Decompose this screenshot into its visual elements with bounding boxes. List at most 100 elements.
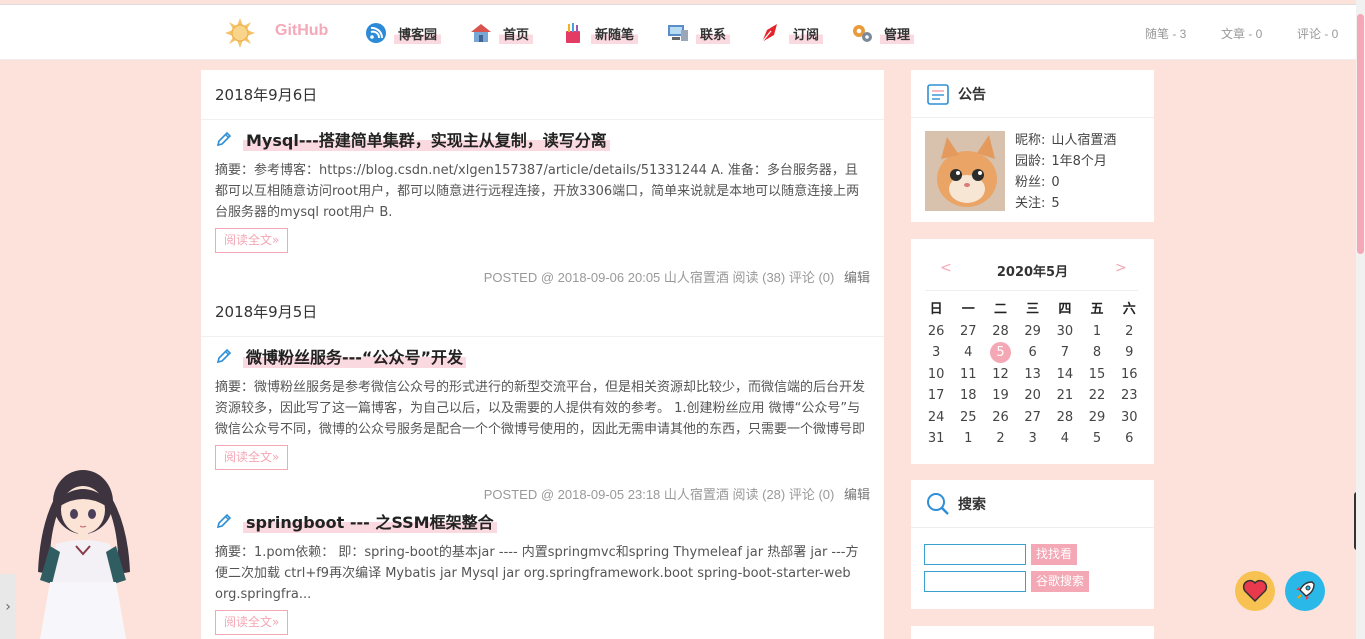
calendar-day[interactable]: 13: [1017, 364, 1049, 386]
edit-link[interactable]: 编辑: [844, 487, 870, 502]
calendar-day[interactable]: 28: [1049, 407, 1081, 429]
scrollbar[interactable]: [1356, 0, 1365, 639]
calendar-day[interactable]: 17: [920, 385, 952, 407]
read-more-button[interactable]: 阅读全文»: [215, 445, 289, 470]
calendar-day[interactable]: 3: [920, 342, 952, 364]
calendar-day-label: 25: [960, 409, 977, 425]
search-input[interactable]: [924, 544, 1026, 565]
post-list: 2018年9月6日 Mysql---搭建简单集群，实现主从复制，读写分离 摘要：…: [201, 70, 884, 639]
calendar-day-label: 29: [1088, 409, 1106, 425]
calendar-day[interactable]: 28: [984, 321, 1016, 343]
calendar-day[interactable]: 24: [920, 407, 952, 429]
calendar-day-label: 30: [1056, 323, 1074, 339]
calendar-day[interactable]: 16: [1113, 364, 1145, 386]
scrollbar-thumb[interactable]: [1357, 14, 1364, 254]
gears-icon: [853, 25, 872, 42]
post-title: Mysql---搭建简单集群，实现主从复制，读写分离: [243, 127, 610, 151]
google-search-button[interactable]: 谷歌搜索: [1031, 571, 1090, 592]
calendar-day[interactable]: 25: [952, 407, 984, 429]
anime-mascot[interactable]: [20, 462, 145, 639]
sun-logo-icon[interactable]: [224, 17, 256, 49]
calendar-day[interactable]: 29: [1017, 321, 1049, 343]
calendar-day[interactable]: 30: [1049, 321, 1081, 343]
calendar-day[interactable]: 1: [1081, 321, 1113, 343]
calendar-day[interactable]: 6: [1113, 428, 1145, 450]
pen-nib-icon: [761, 24, 777, 43]
calendar-day[interactable]: 5: [984, 342, 1016, 364]
calendar-day[interactable]: 6: [1017, 342, 1049, 364]
nav-item-manage[interactable]: 管理: [850, 19, 915, 47]
fans-value[interactable]: 0: [1051, 175, 1059, 190]
nav-item-new-post[interactable]: 新随笔: [561, 19, 639, 47]
back-to-top-button[interactable]: [1285, 571, 1325, 611]
like-button[interactable]: [1235, 571, 1275, 611]
calendar-day[interactable]: 3: [1017, 428, 1049, 450]
calendar-day[interactable]: 20: [1017, 385, 1049, 407]
calendar-day[interactable]: 26: [984, 407, 1016, 429]
calendar-day[interactable]: 7: [1049, 342, 1081, 364]
calendar-day-label: 28: [992, 323, 1009, 339]
read-more-button[interactable]: 阅读全文»: [215, 228, 289, 253]
calendar-prev-button[interactable]: <: [940, 260, 952, 276]
calendar-day[interactable]: 22: [1081, 385, 1113, 407]
calendar-day[interactable]: 31: [920, 428, 952, 450]
calendar-day[interactable]: 19: [984, 385, 1016, 407]
calendar-day[interactable]: 4: [952, 342, 984, 364]
calendar-day[interactable]: 11: [952, 364, 984, 386]
calendar-day-label: 12: [992, 366, 1009, 382]
calendar-day[interactable]: 26: [920, 321, 952, 343]
nav-item-contact[interactable]: 联系: [666, 19, 731, 47]
age-value[interactable]: 1年8个月: [1051, 154, 1107, 169]
calendar-day[interactable]: 2: [1113, 321, 1145, 343]
post-title-link[interactable]: springboot --- 之SSM框架整合: [215, 508, 870, 534]
calendar-day[interactable]: 15: [1081, 364, 1113, 386]
post-title-link[interactable]: 微博粉丝服务---“公众号”开发: [215, 343, 870, 369]
edit-link[interactable]: 编辑: [844, 270, 870, 285]
side-expand-tab[interactable]: ›: [0, 574, 16, 639]
wifi-badge-icon: [366, 23, 386, 43]
calendar-day[interactable]: 2: [984, 428, 1016, 450]
calendar-day[interactable]: 4: [1049, 428, 1081, 450]
nav-item-home[interactable]: 首页: [469, 19, 534, 47]
calendar-day-label: 27: [1024, 409, 1041, 425]
read-more-button[interactable]: 阅读全文»: [215, 610, 289, 635]
calendar-day[interactable]: 14: [1049, 364, 1081, 386]
computer-icon: [668, 25, 688, 41]
calendar-day[interactable]: 23: [1113, 385, 1145, 407]
day-date: 2018年9月5日: [201, 287, 884, 337]
calendar-day[interactable]: 21: [1049, 385, 1081, 407]
brand-name[interactable]: GitHub: [275, 22, 328, 40]
calendar-day[interactable]: 18: [952, 385, 984, 407]
calendar-next-button[interactable]: >: [1115, 260, 1127, 276]
calendar-day[interactable]: 12: [984, 364, 1016, 386]
nav-label: 联系: [696, 22, 731, 44]
nav-item-cnblogs[interactable]: 博客园: [364, 19, 442, 47]
calendar-day[interactable]: 8: [1081, 342, 1113, 364]
calendar-day[interactable]: 29: [1081, 407, 1113, 429]
calendar-header: 2020年5月 < >: [911, 260, 1154, 282]
calendar-day-label: 3: [1028, 431, 1037, 446]
calendar-day[interactable]: 5: [1081, 428, 1113, 450]
calendar-day-label: 5: [1092, 431, 1102, 446]
follow-value[interactable]: 5: [1051, 196, 1059, 211]
avatar[interactable]: [925, 131, 1005, 211]
calendar-day[interactable]: 27: [1017, 407, 1049, 429]
search-button[interactable]: 找找看: [1031, 544, 1078, 565]
search-title: 搜索: [958, 496, 986, 513]
calendar-day[interactable]: 30: [1113, 407, 1145, 429]
calendar-day[interactable]: 10: [920, 364, 952, 386]
calendar-day-label: 29: [1024, 323, 1041, 339]
calendar-day[interactable]: 1: [952, 428, 984, 450]
nickname-value[interactable]: 山人宿置酒: [1051, 133, 1116, 148]
profile-follow: 关注: 5: [1015, 193, 1116, 214]
google-search-input[interactable]: [924, 571, 1026, 592]
post-item: Mysql---搭建简单集群，实现主从复制，读写分离 摘要：参考博客：https…: [201, 126, 884, 287]
calendar-weekday: 三: [1026, 302, 1040, 317]
post-title-link[interactable]: Mysql---搭建简单集群，实现主从复制，读写分离: [215, 126, 870, 152]
calendar-day[interactable]: 27: [952, 321, 984, 343]
nav-item-subscribe[interactable]: 订阅: [759, 19, 824, 47]
posts-count: 随笔 - 3: [1145, 27, 1187, 41]
calendar-day[interactable]: 9: [1113, 342, 1145, 364]
next-sidebar-card: [911, 626, 1154, 639]
calendar-day-label: 21: [1056, 388, 1074, 403]
